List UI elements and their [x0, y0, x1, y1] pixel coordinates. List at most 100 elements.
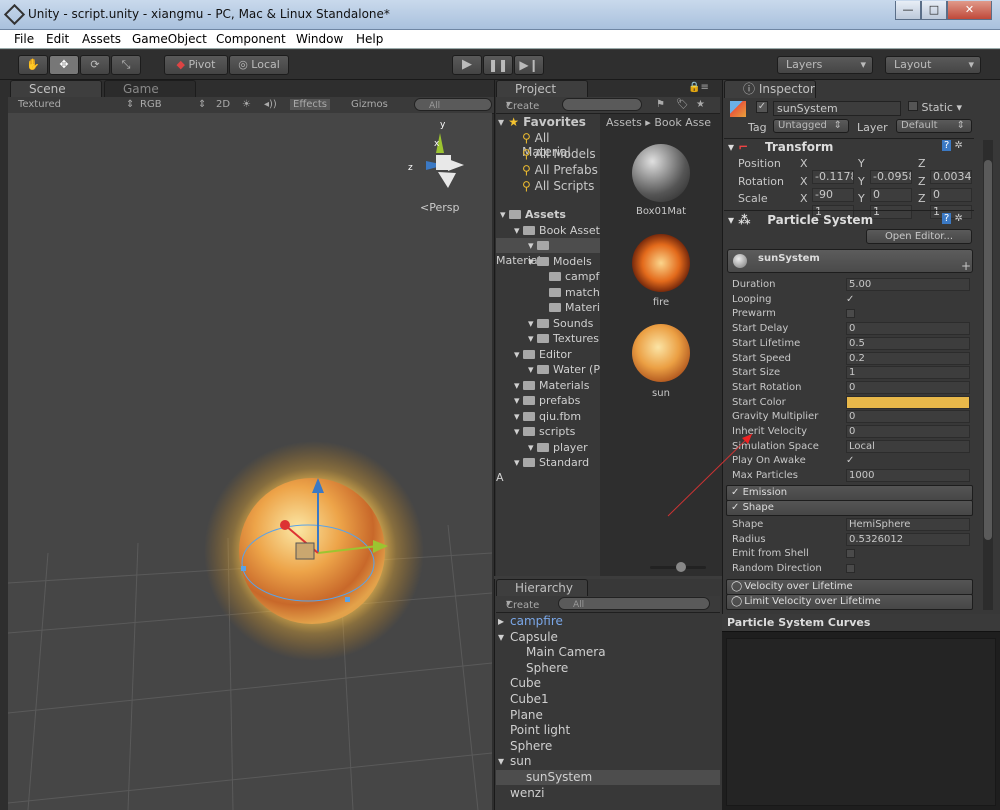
hierarchy-search-input[interactable]: All: [558, 597, 710, 610]
close-button[interactable]: ✕: [947, 1, 992, 20]
asset-thumbnail[interactable]: [632, 144, 690, 202]
gizmo-z-handle-icon[interactable]: [280, 520, 290, 530]
position-x[interactable]: X -0.1178: [800, 157, 854, 184]
expand-arrow-icon[interactable]: [496, 645, 526, 660]
hierarchy-item[interactable]: Cube: [496, 676, 720, 691]
mode-2d-toggle[interactable]: 2D: [216, 99, 230, 110]
breadcrumb-assets[interactable]: Assets: [606, 116, 642, 129]
hierarchy-item[interactable]: Point light: [496, 723, 720, 738]
folder-item[interactable]: ▾ Editor: [496, 347, 600, 362]
view-gizmo[interactable]: x y z: [408, 120, 464, 188]
property-value-field[interactable]: 1000: [846, 469, 970, 483]
expand-arrow-icon[interactable]: [496, 692, 510, 707]
hierarchy-item[interactable]: Sphere: [496, 661, 720, 676]
hierarchy-item[interactable]: Plane: [496, 708, 720, 723]
property-value-field[interactable]: 5.00: [846, 278, 970, 291]
checkmark-icon[interactable]: ✓: [727, 487, 743, 498]
folder-item[interactable]: ▾ prefabs: [496, 393, 600, 408]
expand-arrow-icon[interactable]: ▾: [496, 208, 506, 221]
scene-view[interactable]: x y z <Persp: [8, 113, 492, 810]
folder-item[interactable]: ▾ Standard A: [496, 455, 600, 484]
tab-scene[interactable]: Scene: [10, 80, 102, 98]
expand-arrow-icon[interactable]: [496, 286, 546, 299]
checkbox-checked[interactable]: ✓: [846, 454, 854, 468]
expand-arrow-icon[interactable]: ▾: [496, 363, 534, 376]
checkbox-checked[interactable]: ✓: [846, 293, 854, 307]
folder-item[interactable]: ▾ qiu.fbm: [496, 409, 600, 424]
gizmo-plane-handle[interactable]: [295, 542, 315, 560]
folder-item[interactable]: campf: [496, 269, 600, 284]
rotation-z[interactable]: Z0: [918, 175, 972, 202]
breadcrumb-book-assets[interactable]: Book Asse: [654, 116, 711, 129]
project-create-dropdown[interactable]: Create ▾: [506, 99, 539, 112]
hierarchy-item[interactable]: Main Camera: [496, 645, 720, 660]
property-value-field[interactable]: 0.5326012: [846, 532, 970, 546]
scale-tool-icon[interactable]: ⤡: [111, 55, 141, 75]
scene-canvas[interactable]: x y z <Persp: [8, 113, 492, 810]
folder-item[interactable]: ▾ Materials: [496, 238, 600, 267]
filter-type-icon[interactable]: ⚑: [656, 99, 665, 110]
property-value-field[interactable]: 0.2: [846, 351, 970, 365]
folder-item[interactable]: ▾ Models: [496, 254, 600, 269]
color-mode-dropdown[interactable]: RGB: [140, 99, 162, 110]
favorite-item[interactable]: ⚲ All Prefabs: [522, 163, 598, 177]
hierarchy-item[interactable]: Cube1: [496, 692, 720, 707]
limit-velocity-module[interactable]: ◯ Limit Velocity over Lifetime: [726, 594, 973, 610]
expand-arrow-icon[interactable]: ▾: [496, 630, 510, 645]
persp-label[interactable]: <Persp: [420, 201, 459, 214]
velocity-module[interactable]: ◯ Velocity over Lifetime: [726, 579, 973, 595]
expand-arrow-icon[interactable]: [496, 708, 510, 723]
expand-arrow-icon[interactable]: ▾: [496, 332, 534, 345]
maximize-button[interactable]: □: [921, 1, 947, 20]
property-value-field[interactable]: 0: [846, 380, 970, 394]
expand-arrow-icon[interactable]: [496, 270, 546, 283]
menu-edit[interactable]: Edit: [46, 32, 69, 46]
property-value-field[interactable]: 0: [846, 322, 970, 336]
menu-component[interactable]: Component: [216, 32, 286, 46]
expand-arrow-icon[interactable]: [496, 661, 526, 676]
favorite-item[interactable]: ⚲ All Scripts: [522, 179, 594, 193]
favorite-item[interactable]: ⚲ All Models: [522, 147, 596, 161]
rotate-tool-icon[interactable]: ⟳: [80, 55, 110, 75]
scrollbar-thumb[interactable]: [984, 160, 992, 540]
expand-arrow-icon[interactable]: ▾: [496, 754, 510, 769]
expand-arrow-icon[interactable]: ▾: [496, 224, 520, 237]
rotation-y[interactable]: Y0: [858, 175, 912, 202]
scale-x[interactable]: X1: [800, 192, 854, 219]
hierarchy-item[interactable]: Sphere: [496, 739, 720, 754]
favorites-header[interactable]: ▾ ★ Favorites: [498, 115, 586, 129]
position-y[interactable]: Y -0.0958: [858, 157, 912, 184]
start-color-swatch[interactable]: [846, 395, 970, 409]
folder-item[interactable]: ▾ scripts: [496, 424, 600, 439]
asset-thumbnail[interactable]: [632, 234, 690, 292]
emission-module[interactable]: ✓ Emission: [726, 485, 973, 501]
property-value-field[interactable]: 0: [846, 410, 970, 424]
folder-item[interactable]: match: [496, 285, 600, 300]
pivot-toggle[interactable]: ◆ Pivot: [164, 55, 228, 75]
render-mode-dropdown[interactable]: Textured: [18, 99, 61, 110]
checkmark-icon[interactable]: ✓: [727, 502, 743, 513]
project-search-input[interactable]: [562, 98, 642, 111]
layers-dropdown[interactable]: Layers ▾: [777, 56, 873, 74]
module-toggle-icon[interactable]: ◯: [727, 580, 742, 594]
hand-tool-icon[interactable]: ✋: [18, 55, 48, 75]
asset-thumbnail[interactable]: [632, 324, 690, 382]
gizmos-dropdown[interactable]: Gizmos: [351, 99, 388, 110]
module-toggle-icon[interactable]: ◯: [727, 595, 742, 609]
property-value-field[interactable]: 0: [846, 425, 970, 438]
folder-item[interactable]: ▾ player: [496, 440, 600, 455]
component-help-icon[interactable]: ? ✲: [942, 140, 963, 151]
menu-window[interactable]: Window: [296, 32, 343, 46]
menu-gameobject[interactable]: GameObject: [132, 32, 207, 46]
expand-arrow-icon[interactable]: ▾: [496, 410, 520, 423]
particle-system-module-header[interactable]: sunSystem +: [727, 249, 973, 273]
open-editor-button[interactable]: Open Editor...: [866, 229, 972, 244]
expand-arrow-icon[interactable]: ▾: [496, 317, 534, 330]
tab-project[interactable]: Project: [496, 80, 588, 98]
shape-handle[interactable]: [241, 566, 246, 571]
favorite-star-icon[interactable]: ★: [696, 99, 705, 110]
hierarchy-item[interactable]: ▾ Capsule: [496, 630, 720, 645]
menu-assets[interactable]: Assets: [82, 32, 121, 46]
property-value-field[interactable]: HemiSphere: [846, 518, 970, 531]
expand-arrow-icon[interactable]: [496, 676, 510, 691]
